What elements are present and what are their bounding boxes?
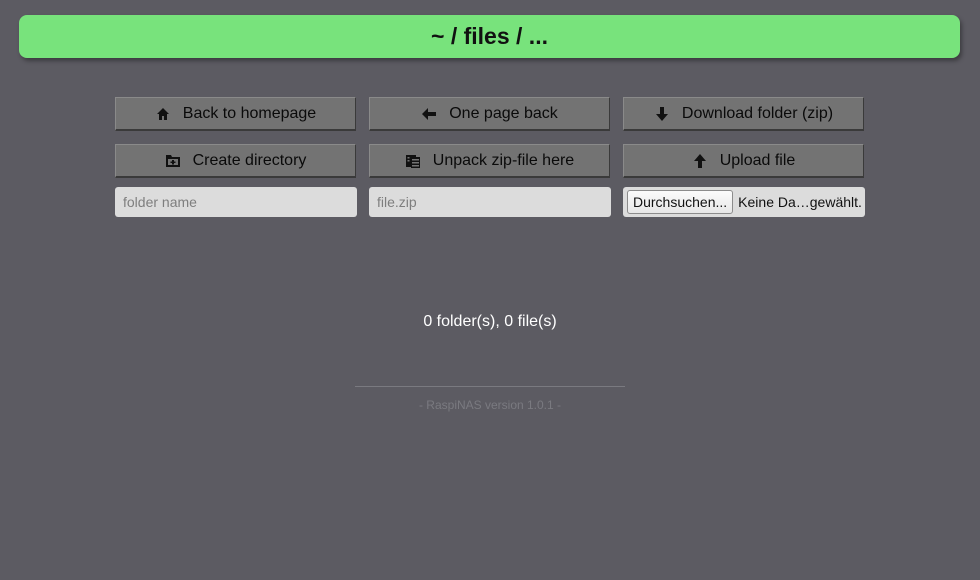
path-title: ~ / files / ... [431,23,548,49]
unpack-zip-button[interactable]: Unpack zip-file here [369,144,610,178]
create-directory-button[interactable]: Create directory [115,144,356,178]
arrow-left-icon [421,106,437,122]
footer-divider [355,386,625,387]
one-page-back-button[interactable]: One page back [369,97,610,131]
upload-file-button[interactable]: Upload file [623,144,864,178]
new-folder-icon [165,153,181,169]
upload-file-label: Upload file [719,151,796,169]
file-upload-field[interactable]: Durchsuchen... Keine Da…gewählt. [623,187,865,217]
header-bar: ~ / files / ... [19,15,960,58]
back-to-homepage-button[interactable]: Back to homepage [115,97,356,131]
home-icon [155,106,171,122]
arrow-up-icon [692,153,708,169]
create-directory-label: Create directory [192,151,307,169]
unpack-zip-label: Unpack zip-file here [432,151,575,169]
item-count: 0 folder(s), 0 file(s) [423,313,557,330]
zip-filename-input[interactable] [369,187,611,217]
folder-name-input[interactable] [115,187,357,217]
version-footer: - RaspiNAS version 1.0.1 - [418,398,562,412]
zip-archive-icon [405,153,421,169]
one-page-back-label: One page back [449,104,558,122]
browse-button[interactable]: Durchsuchen... [627,190,734,214]
download-folder-zip-label: Download folder (zip) [681,104,834,122]
download-folder-zip-button[interactable]: Download folder (zip) [623,97,864,131]
file-status-text: Keine Da…gewählt. [738,194,862,210]
back-to-homepage-label: Back to homepage [182,104,317,122]
arrow-down-icon [654,106,670,122]
